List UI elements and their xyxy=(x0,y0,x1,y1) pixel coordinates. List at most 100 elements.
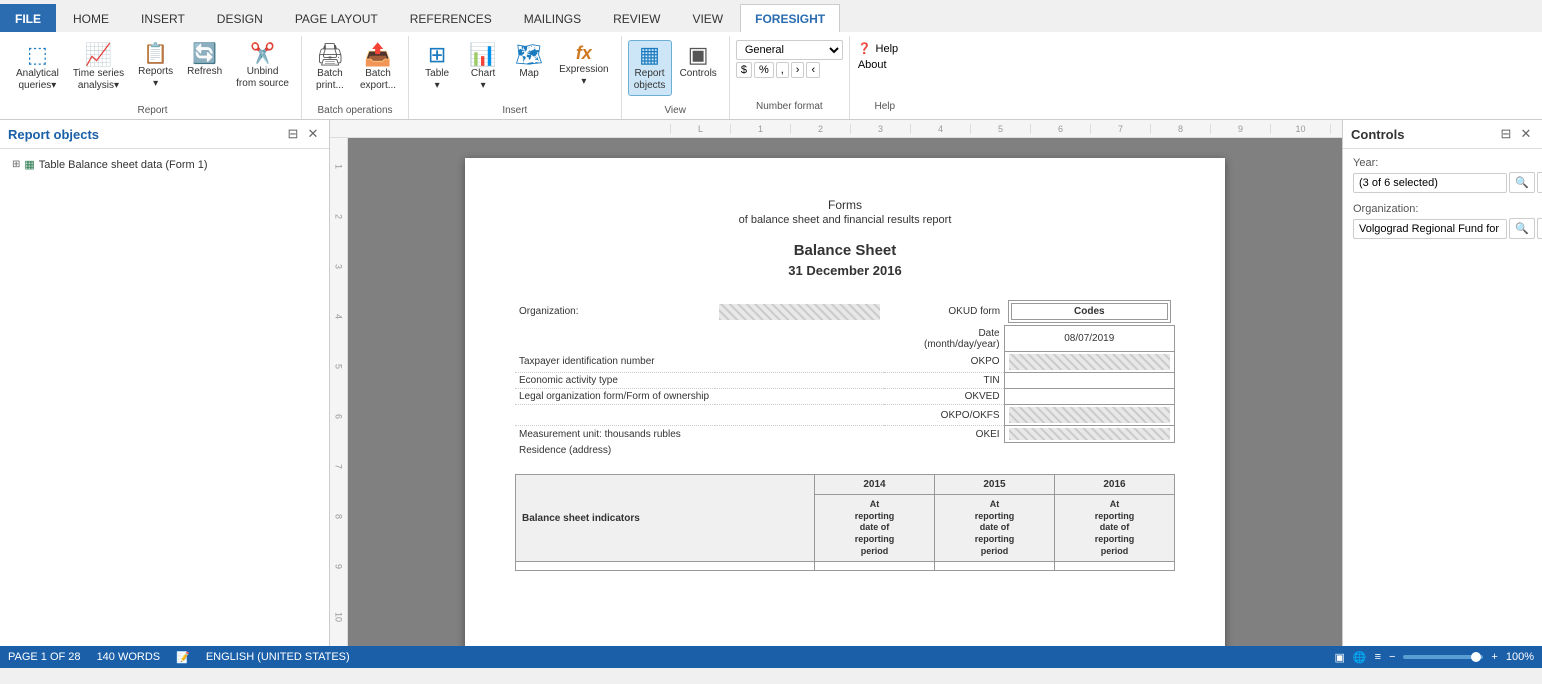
btn-analytical[interactable]: ⬚ Analyticalqueries▾ xyxy=(10,40,65,96)
org-info-table: Organization: OKUD form Codes xyxy=(515,298,1175,458)
percent-btn[interactable]: % xyxy=(754,62,774,78)
ribbon: FILE HOME INSERT DESIGN PAGE LAYOUT REFE… xyxy=(0,0,1542,120)
tab-foresight[interactable]: FORESIGHT xyxy=(740,4,840,32)
tab-insert[interactable]: INSERT xyxy=(126,4,200,32)
btn-table[interactable]: ⊞ Table▾ xyxy=(415,40,459,96)
okved-value xyxy=(1004,389,1174,405)
doc-main-title: Balance Sheet xyxy=(515,242,1175,259)
okpo-label: OKPO xyxy=(884,352,1004,373)
tab-design[interactable]: DESIGN xyxy=(202,4,278,32)
ribbon-content: ⬚ Analyticalqueries▾ 📈 Time seriesanalys… xyxy=(0,32,1542,120)
controls-title: Controls xyxy=(1351,127,1404,142)
tab-review[interactable]: REVIEW xyxy=(598,4,675,32)
group-label-batch: Batch operations xyxy=(308,102,402,119)
group-label-view: View xyxy=(628,102,723,119)
okpoofks-value xyxy=(1004,405,1174,426)
tin-value xyxy=(1004,373,1174,389)
page-indicator: PAGE 1 OF 28 xyxy=(8,651,81,663)
document-page: Forms of balance sheet and financial res… xyxy=(465,158,1225,646)
ribbon-tabs: FILE HOME INSERT DESIGN PAGE LAYOUT REFE… xyxy=(0,0,1542,32)
year-dropdown-btn[interactable]: ▾ xyxy=(1537,172,1542,193)
codes-header: Codes xyxy=(1011,303,1167,320)
org-input[interactable] xyxy=(1353,219,1507,239)
org-search-btn[interactable]: 🔍 xyxy=(1509,218,1535,239)
controls-panel-header: Controls ⊟ ✕ xyxy=(1343,120,1542,149)
table-header-indicator: Balance sheet indicators xyxy=(516,475,815,562)
btn-timeseries[interactable]: 📈 Time seriesanalysis▾ xyxy=(67,40,130,96)
left-panel: Report objects ⊟ ✕ ⊞ ▦ Table Balance she… xyxy=(0,120,330,646)
year-input[interactable] xyxy=(1353,173,1507,193)
btn-batchprint[interactable]: 🖨 Batchprint... xyxy=(308,40,352,96)
panel-undock-btn[interactable]: ⊟ xyxy=(285,126,301,142)
tree-item-label: Table Balance sheet data (Form 1) xyxy=(39,159,208,171)
group-label-help: Help xyxy=(858,98,912,115)
tab-home[interactable]: HOME xyxy=(58,4,124,32)
help-label: Help xyxy=(876,43,899,55)
tab-mailings[interactable]: MAILINGS xyxy=(509,4,596,32)
btn-map[interactable]: 🗺 Map xyxy=(507,40,551,84)
proofing-icon: 📝 xyxy=(176,651,190,664)
zoom-slider[interactable] xyxy=(1403,655,1483,659)
controls-undock-btn[interactable]: ⊟ xyxy=(1498,126,1514,142)
btn-report-objects[interactable]: ▦ Reportobjects xyxy=(628,40,672,96)
group-label-insert: Insert xyxy=(415,102,614,119)
okved-label: OKVED xyxy=(884,389,1004,405)
okpo-value xyxy=(1004,352,1174,373)
btn-refresh[interactable]: 🔄 Refresh xyxy=(181,40,228,82)
dec-increase-btn[interactable]: › xyxy=(791,62,805,78)
document-scroll[interactable]: Forms of balance sheet and financial res… xyxy=(348,138,1342,646)
tree-expand-icon: ⊞ xyxy=(12,159,20,170)
view-mode-print[interactable]: ▣ xyxy=(1334,651,1344,664)
btn-batchexport[interactable]: 📤 Batchexport... xyxy=(354,40,402,96)
word-count: 140 WORDS xyxy=(97,651,161,663)
table-icon: ▦ xyxy=(24,158,34,171)
tree-item-table1[interactable]: ⊞ ▦ Table Balance sheet data (Form 1) xyxy=(8,155,321,174)
okei-value xyxy=(1004,426,1174,443)
language: ENGLISH (UNITED STATES) xyxy=(206,651,350,663)
org-value-cell xyxy=(719,304,880,320)
comma-btn[interactable]: , xyxy=(776,62,789,78)
controls-close-btn[interactable]: ✕ xyxy=(1518,126,1534,142)
dec-decrease-btn[interactable]: ‹ xyxy=(806,62,820,78)
table-col-2014-sub: Atreportingdate ofreportingperiod xyxy=(815,495,935,562)
tab-references[interactable]: REFERENCES xyxy=(395,4,507,32)
group-label-report: Report xyxy=(10,102,295,119)
view-mode-outline[interactable]: ≡ xyxy=(1375,651,1381,663)
number-format-select[interactable]: General xyxy=(736,40,843,60)
tab-pagelayout[interactable]: PAGE LAYOUT xyxy=(280,4,393,32)
org-label: Organization: xyxy=(1353,203,1532,215)
org-dropdown-btn[interactable]: ▾ xyxy=(1537,218,1542,239)
year-search-btn[interactable]: 🔍 xyxy=(1509,172,1535,193)
help-button[interactable]: ❓ Help xyxy=(858,40,912,57)
btn-unbind[interactable]: ✂️ Unbindfrom source xyxy=(230,40,295,94)
ribbon-group-report: ⬚ Analyticalqueries▾ 📈 Time seriesanalys… xyxy=(4,36,302,119)
panel-close-btn[interactable]: ✕ xyxy=(305,126,321,142)
legal-label: Legal organization form/Form of ownershi… xyxy=(515,389,884,405)
btn-expression[interactable]: fx Expression▾ xyxy=(553,40,614,92)
about-button[interactable]: About xyxy=(858,57,912,73)
btn-chart[interactable]: 📊 Chart▾ xyxy=(461,40,505,96)
tab-file[interactable]: FILE xyxy=(0,4,56,32)
ribbon-group-insert: ⊞ Table▾ 📊 Chart▾ 🗺 Map fx Expression▾ I… xyxy=(409,36,621,119)
btn-controls[interactable]: ▣ Controls xyxy=(674,40,723,84)
table-col-2015-sub: Atreportingdate ofreportingperiod xyxy=(935,495,1055,562)
controls-content: Year: 🔍 ▾ Organization: 🔍 ▾ xyxy=(1343,149,1542,257)
zoom-in-btn[interactable]: + xyxy=(1491,651,1497,663)
ribbon-group-help: ❓ Help About Help xyxy=(850,36,920,119)
doc-date: 31 December 2016 xyxy=(515,263,1175,278)
balance-sheet-table: Balance sheet indicators 2014 2015 2016 … xyxy=(515,474,1175,571)
tab-view[interactable]: VIEW xyxy=(677,4,738,32)
help-icon: ❓ xyxy=(858,42,872,55)
taxpayer-label: Taxpayer identification number xyxy=(515,352,884,373)
zoom-out-btn[interactable]: − xyxy=(1389,651,1395,663)
year-label: Year: xyxy=(1353,157,1532,169)
okei-label: OKEI xyxy=(884,426,1004,443)
zoom-thumb xyxy=(1471,652,1481,662)
view-mode-web[interactable]: 🌐 xyxy=(1353,651,1367,664)
currency-btn[interactable]: $ xyxy=(736,62,752,78)
btn-reports[interactable]: 📋 Reports▾ xyxy=(132,40,179,94)
report-objects-content: ⊞ ▦ Table Balance sheet data (Form 1) xyxy=(0,149,329,180)
doc-forms-label: Forms xyxy=(515,198,1175,212)
ruler-and-doc: L 1 2 3 4 5 6 7 8 9 10 11 12 13 14 15 16… xyxy=(330,120,1342,646)
economic-label: Economic activity type xyxy=(515,373,884,389)
